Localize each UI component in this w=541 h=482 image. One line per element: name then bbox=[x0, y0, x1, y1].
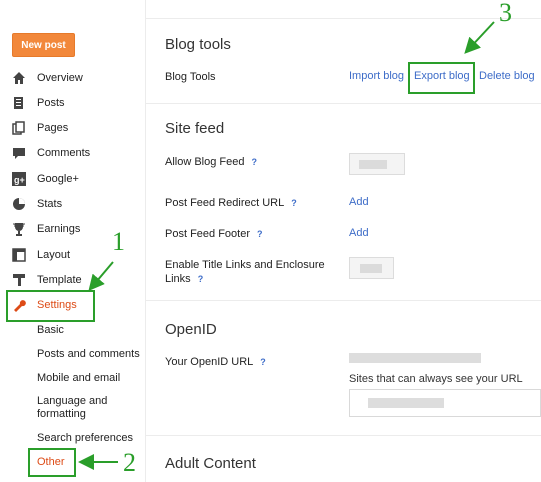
sites-list-input[interactable] bbox=[349, 389, 541, 417]
site-feed-title: Site feed bbox=[165, 120, 225, 137]
title-links-select[interactable] bbox=[349, 257, 394, 279]
redirect-add-link[interactable]: Add bbox=[349, 196, 369, 208]
section-divider bbox=[146, 435, 541, 436]
title-links-label: Enable Title Links and Enclosure Links? bbox=[165, 258, 335, 286]
annotation-number-1: 1 bbox=[112, 227, 125, 256]
allow-feed-text: Allow Blog Feed bbox=[165, 156, 245, 168]
redacted-value bbox=[359, 160, 387, 169]
help-icon[interactable]: ? bbox=[291, 196, 297, 210]
openid-url-redacted bbox=[349, 353, 481, 363]
footer-add-link[interactable]: Add bbox=[349, 227, 369, 239]
arrow-to-settings bbox=[88, 261, 114, 292]
redirect-url-text: Post Feed Redirect URL bbox=[165, 197, 285, 209]
section-divider bbox=[146, 103, 541, 104]
annotation-number-2: 2 bbox=[123, 448, 136, 477]
adult-content-title: Adult Content bbox=[165, 455, 256, 472]
openid-title: OpenID bbox=[165, 321, 217, 338]
help-icon[interactable]: ? bbox=[252, 155, 258, 169]
help-icon[interactable]: ? bbox=[257, 227, 263, 241]
arrow-to-export bbox=[464, 21, 495, 54]
help-icon[interactable]: ? bbox=[198, 272, 204, 286]
allow-feed-select[interactable] bbox=[349, 153, 405, 175]
blog-tools-title: Blog tools bbox=[165, 36, 231, 53]
sites-can-see-label: Sites that can always see your URL bbox=[349, 373, 523, 385]
redirect-url-label: Post Feed Redirect URL? bbox=[165, 196, 297, 210]
openid-url-text: Your OpenID URL bbox=[165, 356, 254, 368]
section-divider bbox=[146, 300, 541, 301]
import-blog-link[interactable]: Import blog bbox=[349, 70, 404, 82]
delete-blog-link[interactable]: Delete blog bbox=[479, 70, 535, 82]
annotation-number-3: 3 bbox=[499, 0, 512, 27]
redacted-value bbox=[360, 264, 382, 273]
feed-footer-text: Post Feed Footer bbox=[165, 228, 250, 240]
help-icon[interactable]: ? bbox=[260, 355, 266, 369]
redacted-value bbox=[368, 398, 444, 408]
feed-footer-label: Post Feed Footer? bbox=[165, 227, 263, 241]
allow-feed-label: Allow Blog Feed? bbox=[165, 155, 257, 169]
blog-tools-row-label: Blog Tools bbox=[165, 71, 216, 83]
title-links-text: Enable Title Links and Enclosure Links bbox=[165, 259, 325, 285]
export-blog-link[interactable]: Export blog bbox=[414, 70, 470, 82]
openid-url-label: Your OpenID URL? bbox=[165, 355, 266, 369]
